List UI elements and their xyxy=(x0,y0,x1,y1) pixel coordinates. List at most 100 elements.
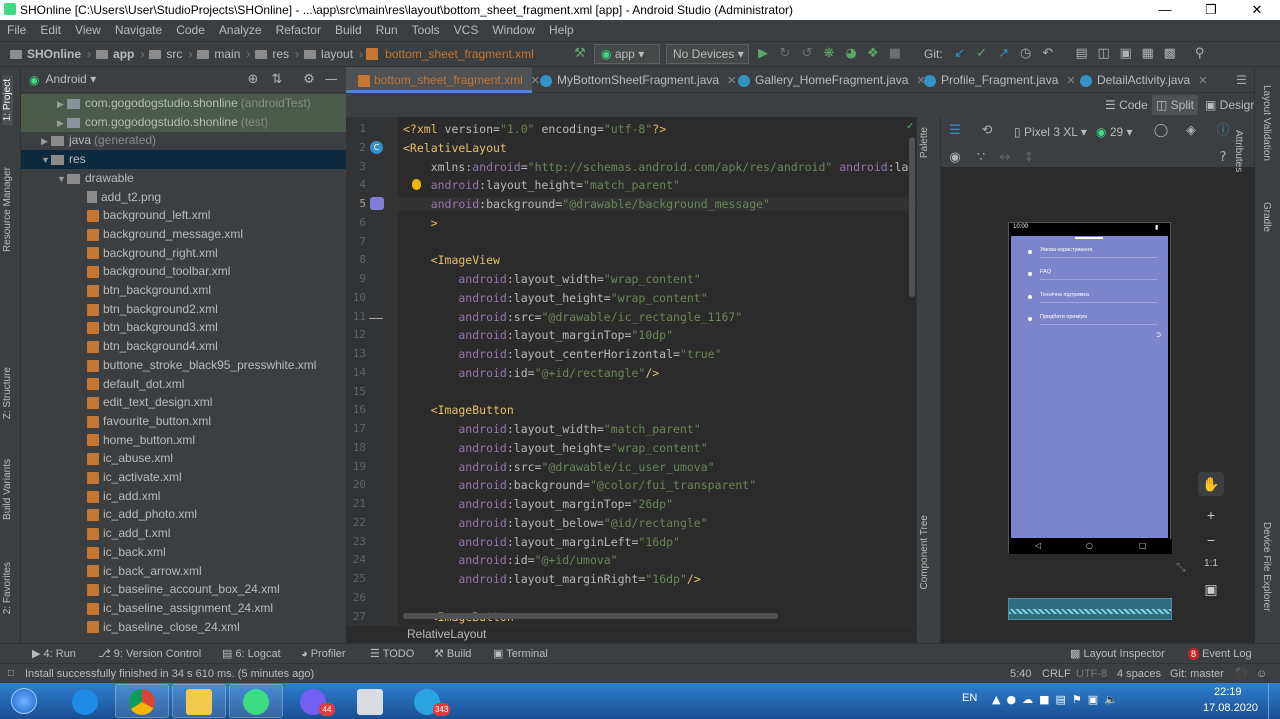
taskbar-calculator[interactable] xyxy=(343,684,397,718)
tree-item[interactable]: background_toolbar.xml xyxy=(21,262,346,281)
zoom-actual-button[interactable]: 1:1 xyxy=(1198,552,1224,576)
menu-code[interactable]: Code xyxy=(169,20,212,41)
more-tabs-icon[interactable]: ☰ xyxy=(1236,67,1247,93)
git-commit-icon[interactable]: ✓ xyxy=(974,46,990,62)
tool-event-log[interactable]: 8 Event Log xyxy=(1188,644,1252,664)
code-line[interactable]: android:id="@+id/umova" xyxy=(403,553,617,567)
tree-item[interactable]: btn_background.xml xyxy=(21,281,346,300)
device-dropdown[interactable]: No Devices ▾ xyxy=(666,44,749,64)
tree-item[interactable]: buttone_stroke_black95_presswhite.xml xyxy=(21,356,346,375)
tool-tab-resource-manager[interactable]: Resource Manager xyxy=(2,167,13,252)
horizontal-arrows-icon[interactable]: ↔ xyxy=(997,150,1013,166)
clock-time[interactable]: 22:19 xyxy=(1214,686,1242,698)
close-tab-icon[interactable]: ✕ xyxy=(727,75,736,87)
tool-tab-attributes[interactable]: Attributes xyxy=(1233,130,1244,172)
status-icon[interactable]: □ xyxy=(8,664,14,684)
theme-icon[interactable]: ◯ xyxy=(1153,123,1169,139)
info-icon[interactable]: ⓘ xyxy=(1215,123,1231,139)
close-tab-icon[interactable]: ✕ xyxy=(1198,75,1207,87)
tree-item[interactable]: ▶ com.gogodogstudio.shonline (androidTest) xyxy=(21,94,346,113)
tree-item[interactable]: ▼ drawable xyxy=(21,169,346,188)
collapse-all-icon[interactable]: ⇅ xyxy=(269,72,285,88)
code-line[interactable]: xmlns:android="http://schemas.android.co… xyxy=(403,160,950,174)
stop-icon[interactable]: ■ xyxy=(887,46,903,62)
class-gutter-icon[interactable]: C xyxy=(370,141,383,154)
code-line[interactable]: android:background="@color/fui_transpare… xyxy=(403,478,756,492)
tool-terminal[interactable]: ▣ Terminal xyxy=(493,644,548,664)
hammer-icon[interactable]: ⚒ xyxy=(572,46,588,62)
blueprint-preview[interactable] xyxy=(1008,598,1172,620)
color-gutter-icon[interactable] xyxy=(370,197,384,210)
menu-item-premium[interactable]: Придбати преміум xyxy=(1023,311,1163,333)
help-icon[interactable]: ? xyxy=(1215,150,1231,166)
display-tray-icon[interactable]: ▣ xyxy=(1088,693,1098,706)
tool-tab-favorites[interactable]: 2: Favorites xyxy=(2,562,13,614)
vertical-arrows-icon[interactable]: ↕ xyxy=(1021,150,1037,166)
layout-inspector-icon[interactable]: ▩ xyxy=(1162,46,1178,62)
menu-view[interactable]: View xyxy=(68,20,108,41)
code-line[interactable]: <ImageView xyxy=(403,253,500,267)
code-line[interactable]: android:layout_width="wrap_content" xyxy=(403,272,700,286)
git-push-icon[interactable]: ↗ xyxy=(996,46,1012,62)
run-config-dropdown[interactable]: ◉ app ▾ xyxy=(594,44,660,64)
close-tab-icon[interactable]: ✕ xyxy=(531,75,540,87)
breadcrumb-app[interactable]: app xyxy=(110,47,137,61)
debug-icon[interactable]: ❋ xyxy=(821,46,837,62)
tree-item[interactable]: ic_activate.xml xyxy=(21,468,346,487)
git-rollback-icon[interactable]: ↶ xyxy=(1040,46,1056,62)
security-tray-icon[interactable]: ● xyxy=(1006,693,1016,706)
api-selector[interactable]: ◉ 29 ▾ xyxy=(1093,125,1136,139)
code-line[interactable]: android:layout_marginTop="26dp" xyxy=(403,497,673,511)
tree-item[interactable]: ▶ java (generated) xyxy=(21,131,346,150)
run-icon[interactable]: ▶ xyxy=(755,46,771,62)
code-line[interactable]: android:layout_marginTop="10dp" xyxy=(403,328,673,342)
code-editor[interactable]: 1 2 3 4 5 6 7 8 9 10 11 12 13 14 15 16 17 18 19 20 21 22 23 24 2… xyxy=(346,117,950,625)
taskbar-viber[interactable]: 44 xyxy=(286,684,340,718)
menu-item-faq[interactable]: FAQ xyxy=(1023,266,1163,288)
close-window-button[interactable]: ✕ xyxy=(1234,0,1280,20)
tool-version-control[interactable]: ⎇ 9: Version Control xyxy=(98,644,201,664)
orientation-icon[interactable]: ⟲ xyxy=(979,123,995,139)
git-update-icon[interactable]: ↙ xyxy=(952,46,968,62)
code-line[interactable]: android:src="@drawable/ic_user_umova" xyxy=(403,460,714,474)
code-line[interactable]: <RelativeLayout xyxy=(403,141,507,155)
pdf-tray-icon[interactable]: ▲ xyxy=(992,693,1000,706)
code-line[interactable]: <ImageButton xyxy=(403,403,514,417)
breadcrumb-file[interactable]: bottom_sheet_fragment.xml xyxy=(382,47,537,61)
tree-item[interactable]: btn_background4.xml xyxy=(21,337,346,356)
menu-tools[interactable]: Tools xyxy=(405,20,447,41)
close-tab-icon[interactable]: ✕ xyxy=(1066,75,1075,87)
tab-my-bottom-sheet-fragment[interactable]: MyBottomSheetFragment.java ✕ xyxy=(540,67,736,93)
code-line[interactable]: > xyxy=(403,216,438,230)
menu-run[interactable]: Run xyxy=(369,20,405,41)
tool-tab-palette[interactable]: Palette xyxy=(919,127,930,158)
chevron-down-icon[interactable]: ▼ xyxy=(41,151,51,170)
chevron-right-icon[interactable]: ▶ xyxy=(41,132,51,151)
file-encoding[interactable]: UTF-8 xyxy=(1076,664,1107,684)
magnet-icon[interactable]: ∵ xyxy=(973,150,989,166)
project-view-dropdown[interactable]: Android ▾ xyxy=(39,70,102,90)
tree-item[interactable]: btn_background3.xml xyxy=(21,318,346,337)
phone-preview[interactable]: 10:00 ▮ Умова користування FAQ Технічна … xyxy=(1008,222,1172,554)
tree-item[interactable]: add_t2.png xyxy=(21,188,346,207)
language-indicator[interactable]: EN xyxy=(962,692,977,704)
tool-todo[interactable]: ☰ TODO xyxy=(370,644,414,664)
device-selector[interactable]: ▯ Pixel 3 XL ▾ xyxy=(1011,125,1090,139)
menu-analyze[interactable]: Analyze xyxy=(212,20,269,41)
code-mode-button[interactable]: ☰ Code xyxy=(1102,98,1151,112)
tool-tab-device-file-explorer[interactable]: Device File Explorer xyxy=(1261,522,1272,611)
menu-edit[interactable]: Edit xyxy=(33,20,68,41)
home-icon[interactable]: ○ xyxy=(1086,541,1093,550)
chevron-right-icon[interactable]: ▶ xyxy=(57,114,67,133)
tree-item[interactable]: favourite_button.xml xyxy=(21,412,346,431)
tab-detail-activity[interactable]: DetailActivity.java ✕ xyxy=(1080,67,1207,93)
tree-item[interactable]: ic_baseline_account_box_24.xml xyxy=(21,580,346,599)
project-structure-icon[interactable]: ▤ xyxy=(1074,46,1090,62)
tree-item[interactable]: default_dot.xml xyxy=(21,375,346,394)
editor-breadcrumb[interactable]: RelativeLayout xyxy=(404,627,489,641)
tool-tab-build-variants[interactable]: Build Variants xyxy=(2,459,13,520)
horizontal-scrollbar[interactable] xyxy=(403,613,778,619)
menu-help[interactable]: Help xyxy=(542,20,581,41)
start-button[interactable] xyxy=(4,684,44,718)
design-mode-button[interactable]: ▣ Design xyxy=(1202,98,1260,112)
